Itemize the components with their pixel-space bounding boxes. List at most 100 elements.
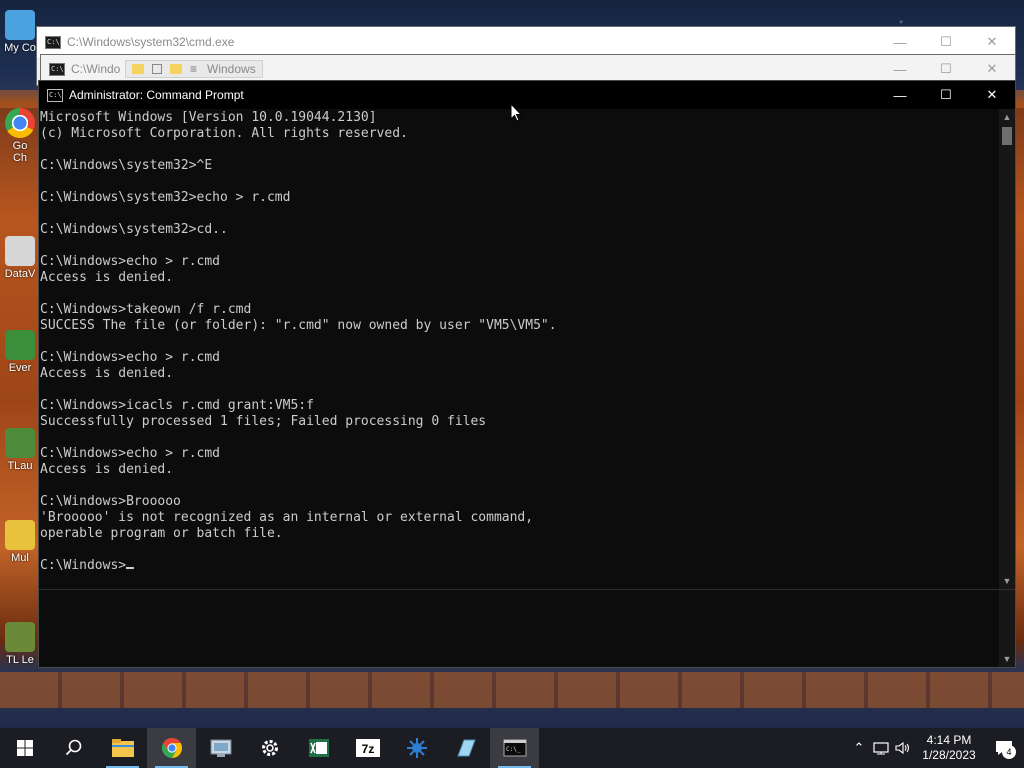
- desktop-icon-label: TLau: [7, 460, 33, 472]
- taskbar-7zip[interactable]: 7z: [343, 728, 392, 768]
- scroll-up-arrow-icon[interactable]: ▲: [999, 109, 1015, 125]
- close-button[interactable]: ✕: [969, 27, 1015, 57]
- folder-icon: [132, 64, 144, 74]
- taskbar: 7z C:\_ ⌃ 4:14 PM 1/28/2023 4: [0, 728, 1024, 768]
- window-titlebar[interactable]: C:\ Administrator: Command Prompt — ☐ ✕: [39, 81, 1015, 109]
- minimize-button[interactable]: —: [877, 81, 923, 109]
- properties-icon: [152, 64, 162, 74]
- console-line: C:\Windows>echo > r.cmd: [40, 446, 221, 461]
- mouse-pointer-icon: [510, 103, 522, 122]
- desktop-icon-label: Go Ch: [12, 140, 28, 164]
- desktop-icon-datav[interactable]: DataV: [0, 236, 40, 280]
- console-line: Successfully processed 1 files; Failed p…: [40, 414, 487, 429]
- console-prompt: C:\Windows>: [40, 558, 127, 573]
- taskbar-control-panel[interactable]: [196, 728, 245, 768]
- computer-icon: [5, 10, 35, 40]
- desktop-icon-tlauncher[interactable]: TLau: [0, 428, 40, 472]
- console-line: 'Brooooo' is not recognized as an intern…: [40, 510, 534, 525]
- notepad-icon: [456, 739, 476, 757]
- search-button[interactable]: [49, 728, 98, 768]
- file-explorer-icon: [111, 739, 134, 757]
- console-prompt-line[interactable]: C:\Windows>: [40, 558, 1001, 574]
- scrollbar-divider: [999, 589, 1015, 590]
- console-output[interactable]: Microsoft Windows [Version 10.0.19044.21…: [39, 109, 1001, 667]
- console-line: C:\Windows>icacls r.cmd grant:VM5:f: [40, 398, 314, 413]
- search-icon: [65, 739, 81, 756]
- minimize-button[interactable]: —: [877, 27, 923, 57]
- app-icon: [5, 622, 35, 652]
- console-line: SUCCESS The file (or folder): "r.cmd" no…: [40, 318, 557, 333]
- desktop-icon-label: Ever: [8, 362, 32, 374]
- window-titlebar[interactable]: C:\ C:\Windo ≡ Windows — ☐ ✕: [41, 55, 1015, 83]
- clock-date: 1/28/2023: [922, 748, 976, 762]
- folder-icon: [170, 64, 182, 74]
- app-icon: [5, 236, 35, 266]
- chrome-icon: [5, 108, 35, 138]
- notification-count-badge: 4: [1002, 745, 1016, 759]
- show-hidden-icons-chevron-icon[interactable]: ⌃: [848, 728, 870, 768]
- taskbar-clock[interactable]: 4:14 PM 1/28/2023: [914, 733, 984, 763]
- desktop-icon-tl-legacy[interactable]: TL Le: [0, 622, 40, 666]
- desktop-icon-my-computer[interactable]: My Co: [0, 10, 40, 54]
- desktop-icon-google-chrome[interactable]: Go Ch: [0, 108, 40, 164]
- taskbar-chrome[interactable]: [147, 728, 196, 768]
- vertical-scrollbar[interactable]: ▲ ▼ ▼: [999, 109, 1015, 667]
- console-line: C:\Windows>takeown /f r.cmd: [40, 302, 252, 317]
- desktop-icon-label: Mul: [11, 552, 29, 564]
- console-line: C:\Windows\system32>cd..: [40, 222, 228, 237]
- command-prompt-window[interactable]: C:\ Administrator: Command Prompt — ☐ ✕ …: [38, 80, 1016, 668]
- explorer-title: Windows: [207, 62, 256, 76]
- window-titlebar[interactable]: C:\ C:\Windows\system32\cmd.exe — ☐ ✕: [37, 27, 1015, 57]
- scrollbar-thumb[interactable]: [1002, 127, 1012, 145]
- system-tray: ⌃ 4:14 PM 1/28/2023 4: [848, 728, 1024, 768]
- taskbar-command-prompt[interactable]: C:\_: [490, 728, 539, 768]
- console-line: Access is denied.: [40, 366, 174, 381]
- console-line: C:\Windows>echo > r.cmd: [40, 254, 221, 269]
- start-button[interactable]: [0, 728, 49, 768]
- desktop-icon-label: DataV: [4, 268, 36, 280]
- console-line: operable program or batch file.: [40, 526, 283, 541]
- console-line: C:\Windows\system32>^E: [40, 158, 213, 173]
- console-line: C:\Windows>Brooooo: [40, 494, 181, 509]
- taskbar-file-explorer[interactable]: [98, 728, 147, 768]
- maximize-button[interactable]: ☐: [923, 81, 969, 109]
- command-prompt-icon: C:\: [47, 88, 63, 102]
- 7zip-icon: 7z: [355, 739, 380, 757]
- scroll-down-arrow-icon[interactable]: ▼: [999, 651, 1015, 667]
- chrome-icon: [161, 738, 182, 758]
- taskbar-excel[interactable]: [294, 728, 343, 768]
- dropdown-icon: ≡: [190, 62, 198, 76]
- command-prompt-icon: C:\: [49, 62, 65, 76]
- desktop-icon-ever[interactable]: Ever: [0, 330, 40, 374]
- close-button[interactable]: ✕: [969, 81, 1015, 109]
- explorer-window-strip[interactable]: ≡ Windows: [125, 60, 263, 78]
- network-icon[interactable]: [870, 728, 892, 768]
- maximize-button[interactable]: ☐: [923, 27, 969, 57]
- command-prompt-icon: C:\_: [503, 739, 526, 757]
- svg-text:C:\_: C:\_: [506, 746, 521, 753]
- desktop-icon-label: TL Le: [6, 654, 34, 666]
- scroll-down-arrow-icon[interactable]: ▼: [999, 573, 1015, 589]
- window-title: C:\Windows\system32\cmd.exe: [67, 35, 235, 49]
- action-center-button[interactable]: 4: [984, 728, 1024, 768]
- console-line: C:\Windows\system32>echo > r.cmd: [40, 190, 291, 205]
- desktop-icon-mul[interactable]: Mul: [0, 520, 40, 564]
- taskbar-settings[interactable]: [245, 728, 294, 768]
- window-title: C:\Windo: [71, 62, 121, 76]
- svg-text:7z: 7z: [361, 742, 374, 756]
- windows-logo-icon: [16, 740, 33, 756]
- taskbar-network-tool[interactable]: [392, 728, 441, 768]
- settings-gear-icon: [261, 740, 278, 756]
- volume-icon[interactable]: [892, 728, 914, 768]
- taskbar-notepad[interactable]: [441, 728, 490, 768]
- app-icon: [5, 520, 35, 550]
- console-line: Access is denied.: [40, 270, 174, 285]
